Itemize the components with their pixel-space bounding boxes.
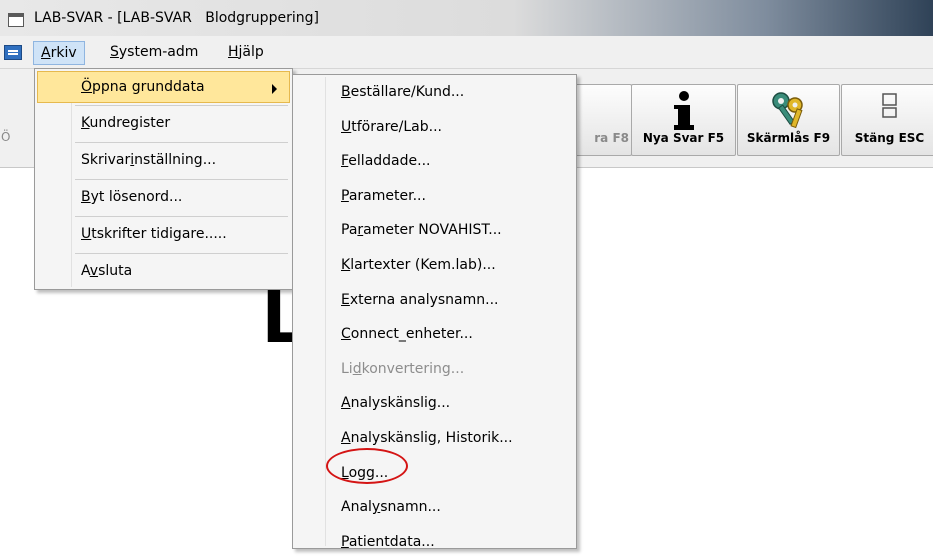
door-icon	[881, 93, 897, 118]
mdi-child-icon[interactable]	[4, 45, 22, 60]
menu-item-avsluta[interactable]: Avsluta	[35, 254, 292, 290]
menu-item-lidkonvertering: Lidkonvertering...	[341, 360, 465, 377]
stang-button[interactable]: Stäng ESC	[841, 84, 933, 156]
submenu-arrow-icon	[272, 84, 277, 94]
skarmlas-label: Skärmlås F9	[746, 131, 831, 145]
menu-arkiv[interactable]: Arkiv	[33, 41, 85, 65]
menu-item-bestallare-kund[interactable]: Beställare/Kund...	[293, 75, 576, 110]
menu-item-utskrifter-tidigare[interactable]: Utskrifter tidigare.....	[35, 217, 292, 253]
menu-item-felladdade[interactable]: Felladdade...	[293, 144, 576, 179]
menu-item-analyskanslig-historik[interactable]: Analyskänslig, Historik...	[293, 421, 576, 456]
toolbar-partial-left-label: Ö	[1, 130, 11, 144]
stang-label: Stäng ESC	[854, 131, 925, 145]
menu-item-analyskanslig[interactable]: Analyskänslig...	[293, 386, 576, 421]
window-icon[interactable]	[8, 13, 24, 27]
annotation-circle-logg	[326, 448, 408, 484]
menu-item-parameter-novahist[interactable]: Parameter NOVAHIST...	[293, 213, 576, 248]
skarmlas-button[interactable]: Skärmlås F9	[737, 84, 840, 156]
menu-item-skrivarinstallning[interactable]: Skrivarinställning...	[35, 143, 292, 179]
nya-svar-label: Nya Svar F5	[642, 131, 725, 145]
grunddata-submenu: Beställare/Kund... Utförare/Lab... Fella…	[292, 74, 577, 550]
menu-item-byt-losenord[interactable]: Byt lösenord...	[35, 180, 292, 216]
toolbar-partial-label: ra F8	[594, 131, 629, 145]
info-icon	[673, 91, 694, 130]
toolbar-button-partial[interactable]: ra F8	[573, 84, 632, 156]
menu-item-externa-analysnamn[interactable]: Externa analysnamn...	[293, 283, 576, 318]
nya-svar-button[interactable]: Nya Svar F5	[631, 84, 736, 156]
window-title: LAB-SVAR - [LAB-SVAR Blodgruppering]	[34, 10, 319, 26]
arkiv-dropdown: Öppna grunddata Kundregister Skrivarinst…	[34, 68, 293, 290]
menu-item-patientdata[interactable]: Patientdata...	[293, 525, 576, 559]
menu-bar: Arkiv System-adm Hjälp	[0, 36, 933, 69]
menu-item-connect-enheter[interactable]: Connect_enheter...	[293, 317, 576, 352]
title-bar: LAB-SVAR - [LAB-SVAR Blodgruppering]	[0, 0, 933, 36]
menu-hjalp[interactable]: Hjälp	[221, 41, 271, 63]
menu-item-kundregister[interactable]: Kundregister	[35, 106, 292, 142]
menu-item-klartexter[interactable]: Klartexter (Kem.lab)...	[293, 248, 576, 283]
menu-item-utforare-lab[interactable]: Utförare/Lab...	[293, 110, 576, 145]
keys-icon	[771, 92, 803, 129]
toolbar-button-partial-left[interactable]: Ö	[0, 84, 12, 154]
menu-item-analysnamn[interactable]: Analysnamn...	[293, 490, 576, 525]
menu-item-parameter[interactable]: Parameter...	[293, 179, 576, 214]
menu-system-adm[interactable]: System-adm	[103, 41, 205, 63]
menu-item-oppna-grunddata[interactable]: Öppna grunddata	[37, 71, 290, 103]
